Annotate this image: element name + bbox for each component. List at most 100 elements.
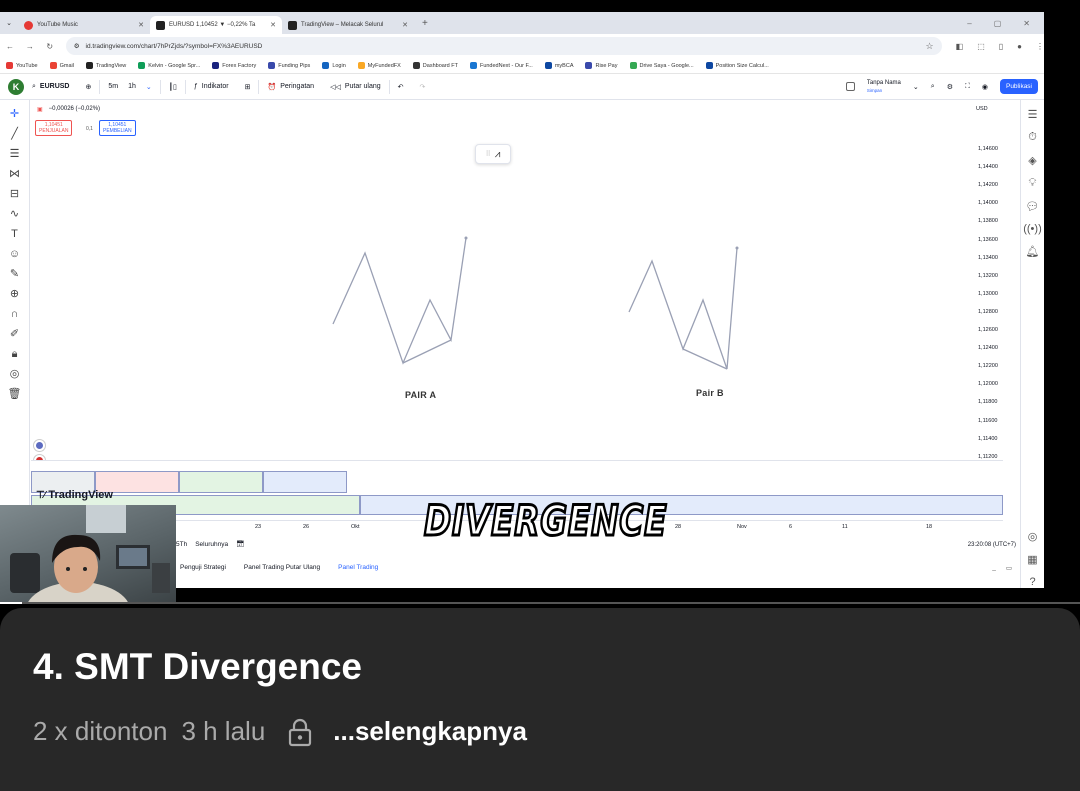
crosshair-icon[interactable]: ✛: [10, 108, 19, 121]
add-symbol-icon[interactable]: ⊕: [77, 83, 99, 91]
magnet-icon[interactable]: ∩: [11, 308, 19, 321]
split-icon[interactable]: ▯: [999, 42, 1003, 51]
calendar-icon[interactable]: 📅︎: [236, 540, 244, 548]
tab-replay-trading[interactable]: Panel Trading Putar Ulang: [244, 564, 320, 571]
browser-tab-eurusd[interactable]: EURUSD 1,10452 ▼ −0,22% Ta ✕: [150, 16, 282, 34]
video-player[interactable]: ⌄ YouTube Music ✕ EURUSD 1,10452 ▼ −0,22…: [0, 0, 1080, 604]
profile-icon[interactable]: ●: [1017, 42, 1022, 51]
forward-icon[interactable]: →: [20, 42, 40, 51]
streams-icon[interactable]: ((•)): [1023, 223, 1042, 235]
tab-strategy-tester[interactable]: Penguji Strategi: [180, 564, 226, 571]
bookmark-item[interactable]: Funding Pips: [268, 62, 310, 69]
pair-a-endpoint[interactable]: [464, 236, 468, 240]
alerts-clock-icon[interactable]: ⏱: [1028, 131, 1037, 144]
pair-b-zigzag[interactable]: [628, 247, 738, 370]
reload-icon[interactable]: ↻: [40, 42, 60, 51]
browser-tab-youtube-music[interactable]: YouTube Music ✕: [18, 16, 150, 34]
ideas-icon[interactable]: 💡︎: [1029, 177, 1037, 190]
zigzag-icon[interactable]: ∿: [10, 208, 19, 221]
chat-icon[interactable]: 💬︎: [1026, 200, 1040, 213]
calendar-icon[interactable]: ▦: [1027, 553, 1037, 566]
bookmark-star-icon[interactable]: ☆: [926, 41, 934, 52]
replay-button[interactable]: ◁◁ Putar ulang: [322, 83, 389, 91]
bookmark-item[interactable]: FundedNext - Our F...: [469, 62, 533, 69]
back-icon[interactable]: ←: [0, 42, 20, 51]
timeframe-5m[interactable]: 5m: [100, 83, 126, 90]
currency-label[interactable]: USD: [976, 106, 988, 112]
bookmark-item[interactable]: Gmail: [49, 62, 74, 69]
layout-checkbox[interactable]: [845, 82, 855, 91]
period-button[interactable]: 5Th: [176, 541, 187, 548]
event-flag-icon[interactable]: [34, 440, 45, 451]
layers-icon[interactable]: ◈: [1028, 154, 1036, 167]
layout-name[interactable]: Tanpa Nama Simpan: [867, 80, 901, 94]
quick-search-icon[interactable]: ⌕: [931, 83, 935, 91]
pair-a-zigzag[interactable]: [332, 237, 467, 365]
emoji-icon[interactable]: ☺: [9, 248, 20, 261]
fullscreen-icon[interactable]: ⛶: [965, 83, 970, 91]
bookmark-item[interactable]: MyFundedFX: [357, 62, 401, 69]
minimize-panel-icon[interactable]: _: [992, 564, 996, 572]
close-tab-icon[interactable]: ✕: [402, 21, 408, 29]
help-icon[interactable]: ?: [1029, 576, 1035, 588]
eye-icon[interactable]: ◎: [10, 368, 20, 381]
trend-line-icon[interactable]: ╱: [11, 128, 18, 141]
bookmark-item[interactable]: Dashboard FT: [412, 62, 458, 69]
minimize-icon[interactable]: –: [967, 19, 971, 28]
close-window-icon[interactable]: ✕: [1023, 19, 1030, 28]
range-all-button[interactable]: Seluruhnya: [195, 541, 228, 548]
bookmark-item[interactable]: Position Size Calcul...: [705, 62, 769, 69]
video-progress-bar[interactable]: [0, 602, 1080, 604]
close-tab-icon[interactable]: ✕: [138, 21, 144, 29]
maximize-icon[interactable]: ▢: [994, 19, 1002, 28]
notifications-icon[interactable]: 🔔︎: [1026, 245, 1040, 258]
pair-b-endpoint[interactable]: [735, 246, 739, 250]
settings-icon[interactable]: ⚙: [947, 83, 953, 91]
pattern-icon[interactable]: ⋈: [9, 168, 20, 181]
timeframe-1h[interactable]: 1h: [126, 83, 138, 90]
layout-grid-icon[interactable]: ⊞: [237, 83, 259, 91]
bookmark-item[interactable]: YouTube: [6, 62, 38, 69]
bookmark-item[interactable]: Login: [322, 62, 346, 69]
bookmark-item[interactable]: Drive Saya - Google...: [629, 62, 694, 69]
ruler-icon[interactable]: ✎: [10, 268, 19, 281]
position-icon[interactable]: ⊟: [10, 188, 19, 201]
camera-icon[interactable]: ◉: [982, 83, 988, 91]
tab-trading-panel[interactable]: Panel Trading: [338, 564, 378, 571]
avatar[interactable]: K: [8, 78, 24, 95]
maximize-panel-icon[interactable]: ▭: [1006, 564, 1012, 572]
text-icon[interactable]: T: [11, 228, 18, 241]
zoom-icon[interactable]: ⊕: [10, 288, 19, 301]
lock-drawing-icon[interactable]: ✐: [10, 328, 19, 341]
translate-icon[interactable]: ◧: [956, 42, 964, 51]
chart-type-icon[interactable]: ┃▯: [161, 83, 185, 91]
indicators-button[interactable]: ƒ Indikator: [186, 83, 237, 90]
bookmark-item[interactable]: Forex Factory: [212, 62, 256, 69]
bookmark-item[interactable]: Kelvin - Google Spr...: [138, 62, 200, 69]
price-axis[interactable]: USD 1,14600 1,14400 1,14200 1,14000 1,13800 1…: [972, 100, 1020, 520]
alerts-button[interactable]: ⏰ Peringatan: [259, 83, 322, 91]
zigzag-drawings[interactable]: [31, 100, 1003, 520]
trash-icon[interactable]: 🗑︎: [8, 388, 22, 401]
bookmark-item[interactable]: myBCA: [544, 62, 573, 69]
site-info-icon[interactable]: ⚙: [74, 42, 80, 50]
show-more-link[interactable]: ...selengkapnya: [333, 716, 527, 747]
chart-clock[interactable]: 23:20:08 (UTC+7): [968, 542, 1016, 548]
target-icon[interactable]: ◎: [1028, 530, 1038, 543]
symbol-search[interactable]: ⌕ EURUSD: [24, 83, 77, 91]
redo-icon[interactable]: ↷: [412, 83, 434, 91]
chart-area[interactable]: ▣ −0,00026 (−0,02%) 1,10451 PENJUALAN 0,…: [31, 100, 1003, 520]
lock-icon[interactable]: 🔒︎: [12, 348, 18, 361]
chevron-down-icon[interactable]: ⌄: [913, 83, 919, 91]
bookmark-item[interactable]: TradingView: [86, 62, 126, 69]
watchlist-icon[interactable]: ☰: [1028, 108, 1038, 121]
browser-tab-tradingview[interactable]: TradingView – Melacak Selurul ✕: [282, 16, 414, 34]
extensions-icon[interactable]: ⬚: [977, 42, 985, 51]
publish-button[interactable]: Publikasi: [999, 79, 1038, 94]
close-tab-icon[interactable]: ✕: [270, 21, 276, 29]
tab-search-icon[interactable]: ⌄: [0, 19, 18, 27]
url-field[interactable]: ⚙ id.tradingview.com/chart/7hPrZjds/?sym…: [65, 37, 942, 55]
timeframe-dropdown-icon[interactable]: ⌄: [138, 83, 160, 91]
menu-icon[interactable]: ⋮: [1036, 42, 1044, 51]
undo-icon[interactable]: ↶: [390, 83, 412, 91]
